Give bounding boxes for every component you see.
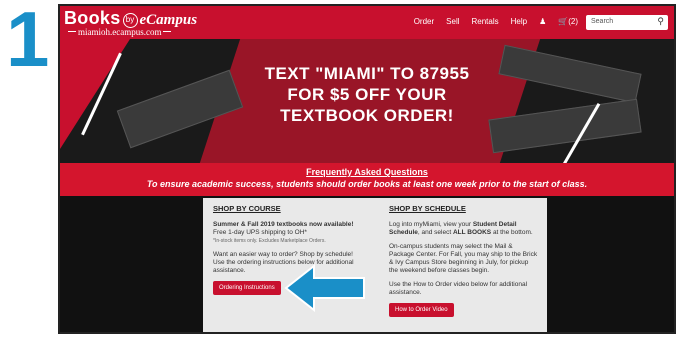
top-nav: Books by eCampus miamioh.ecampus.com Order…	[60, 6, 674, 39]
hero-line-3: TEXTBOOK ORDER!	[280, 106, 454, 125]
nav-links: Order Sell Rentals Help ♟ 🛒(2)	[414, 17, 578, 26]
hero-line-1: TEXT "MIAMI" TO 87955	[264, 64, 470, 83]
logo-by-badge: by	[122, 13, 138, 28]
notice-banner: Frequently Asked Questions To ensure aca…	[60, 163, 674, 196]
schedule-instructions: Log into myMiami, view your Student Deta…	[389, 221, 533, 236]
logo-books: Books	[64, 8, 121, 28]
search-placeholder: Search	[591, 18, 614, 25]
shipping-info: Free 1-day UPS shipping to OH*	[213, 229, 307, 236]
course-announcement: Summer & Fall 2019 textbooks now availab…	[213, 221, 354, 228]
nav-order[interactable]: Order	[414, 17, 434, 26]
pointer-arrow-icon	[284, 264, 365, 312]
nav-rentals[interactable]: Rentals	[472, 17, 499, 26]
faq-link[interactable]: Frequently Asked Questions	[60, 163, 674, 177]
video-hint: Use the How to Order video below for add…	[389, 281, 528, 296]
fine-print: *In-stock items only. Excludes Marketpla…	[213, 238, 326, 244]
schedule-heading[interactable]: SHOP BY SCHEDULE	[389, 205, 539, 213]
cart-count: (2)	[568, 17, 578, 26]
cart-icon: 🛒	[558, 17, 569, 26]
hero-promo-text: TEXT "MIAMI" TO 87955 FOR $5 OFF YOUR TE…	[60, 63, 674, 126]
shop-panel: SHOP BY COURSE Summer & Fall 2019 textbo…	[203, 198, 547, 332]
logo-subdomain: miamioh.ecampus.com	[64, 27, 197, 37]
hero-banner: TEXT "MIAMI" TO 87955 FOR $5 OFF YOUR TE…	[60, 39, 674, 163]
cart-button[interactable]: 🛒(2)	[558, 17, 578, 26]
search-icon[interactable]: ⚲	[657, 16, 664, 27]
hero-line-2: FOR $5 OFF YOUR	[287, 85, 447, 104]
how-to-order-video-button[interactable]: How to Order Video	[389, 303, 454, 317]
logo-ecampus: eCampus	[139, 12, 198, 28]
pickup-info: On-campus students may select the Mail &…	[389, 243, 538, 274]
step-number: 1	[6, 0, 50, 83]
user-icon[interactable]: ♟	[539, 17, 546, 26]
ordering-instructions-button[interactable]: Ordering Instructions	[213, 281, 281, 295]
site-logo[interactable]: Books by eCampus miamioh.ecampus.com	[64, 8, 197, 37]
order-notice: To ensure academic success, students sho…	[146, 179, 588, 189]
nav-sell[interactable]: Sell	[446, 17, 459, 26]
course-heading[interactable]: SHOP BY COURSE	[213, 205, 361, 213]
nav-help[interactable]: Help	[511, 17, 527, 26]
shop-by-schedule: SHOP BY SCHEDULE Log into myMiami, view …	[389, 205, 539, 317]
search-input[interactable]: Search ⚲	[586, 15, 668, 30]
